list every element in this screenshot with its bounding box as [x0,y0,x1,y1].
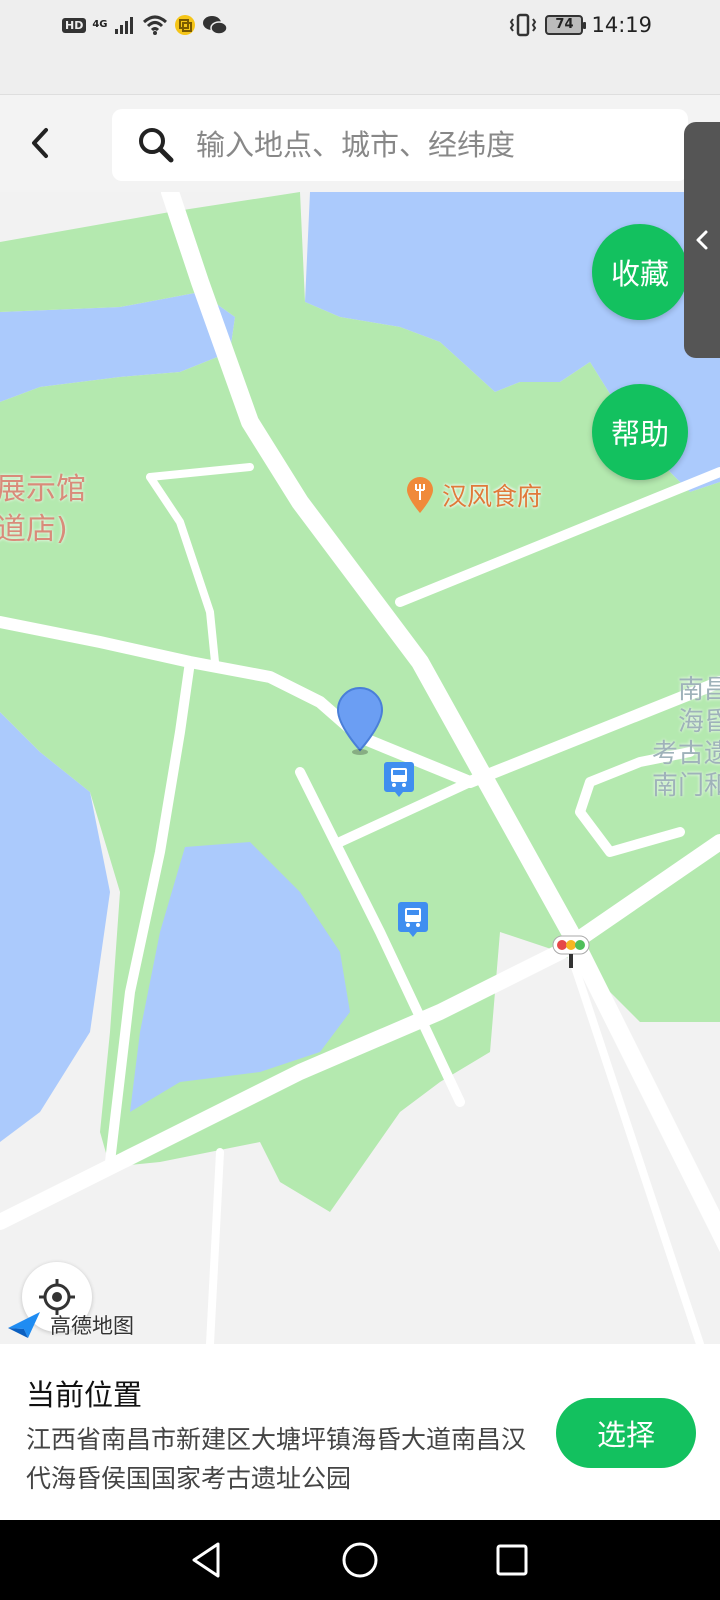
side-panel-handle[interactable] [684,122,720,358]
bus-stop-icon[interactable] [397,900,429,938]
map-provider-logo: 高德地图 [6,1310,134,1340]
circle-home-icon [342,1542,378,1578]
help-button[interactable]: 帮助 [592,384,688,480]
chevron-left-icon [696,230,708,250]
amap-logo-icon [8,1312,40,1338]
poi-restaurant[interactable]: 汉风食府 [404,476,542,514]
signal-icon [114,17,133,34]
back-button[interactable] [22,119,58,167]
location-address: 江西省南昌市新建区大塘坪镇海昏大道南昌汉代海昏侯国国家考古遗址公园 [26,1425,527,1493]
clock: 14:19 [591,13,652,37]
header [0,94,720,192]
map-canvas [0,192,720,1344]
traffic-light-icon [552,935,590,968]
bus-stop-icon[interactable] [383,760,415,798]
selected-location-pin-icon[interactable] [334,686,386,758]
logo-text: 高德地图 [50,1314,134,1338]
favorites-button[interactable]: 收藏 [592,224,688,320]
nav-back-button[interactable] [184,1538,228,1582]
panel-title: 当前位置 [26,1378,143,1412]
restaurant-pin-icon [407,477,433,513]
chevron-left-icon [32,128,48,158]
status-icons-left: HD 4G [62,12,228,38]
system-nav-bar [0,1520,720,1600]
search-input[interactable] [196,115,688,175]
status-icons-right: 74 14:19 [509,12,652,38]
hd-badge: HD [62,17,87,33]
battery-indicator: 74 [545,15,587,35]
map-label-exhibition: 展示馆 道店) [0,472,86,547]
app-notification-icon [174,15,195,35]
nav-home-button[interactable] [338,1538,382,1582]
triangle-back-icon [192,1542,220,1578]
select-button[interactable]: 选择 [556,1398,696,1468]
poi-restaurant-label: 汉风食府 [442,482,543,511]
network-type: 4G [92,19,108,30]
vibrate-icon [510,13,537,37]
map-view[interactable]: 展示馆 道店) 南昌 海昏 考古遗 南门和 汉风食府 收藏 帮助 [0,192,720,1344]
nav-recents-button[interactable] [490,1538,534,1582]
square-recents-icon [496,1544,528,1576]
search-icon [139,128,174,163]
wechat-icon [202,16,228,35]
search-box[interactable] [112,109,688,181]
map-label-archaeology-park: 南昌 海昏 考古遗 南门和 [651,675,720,801]
wifi-icon [142,15,167,35]
status-bar: HD 4G 74 14:19 [0,0,720,50]
current-location-panel: 当前位置 江西省南昌市新建区大塘坪镇海昏大道南昌汉代海昏侯国国家考古遗址公园 选… [0,1344,720,1520]
